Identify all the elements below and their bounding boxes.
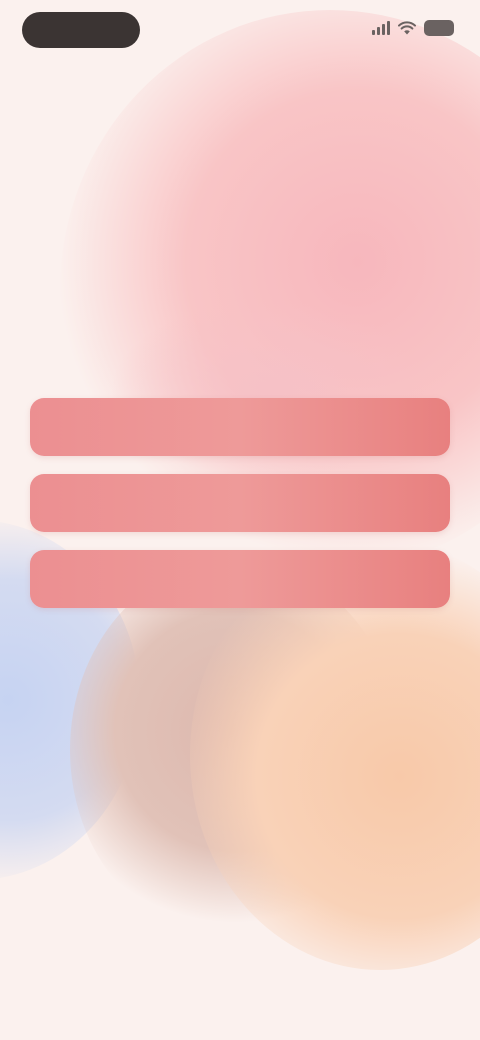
battery-icon [424,20,454,36]
answer-option-1[interactable] [30,398,450,456]
answer-option-3[interactable] [30,550,450,608]
status-time-pill [22,12,140,48]
answer-option-2[interactable] [30,474,450,532]
answer-options [30,398,450,608]
cellular-signal-icon [372,21,390,35]
status-bar [0,0,480,64]
status-icons [372,20,454,36]
wifi-icon [398,21,416,35]
